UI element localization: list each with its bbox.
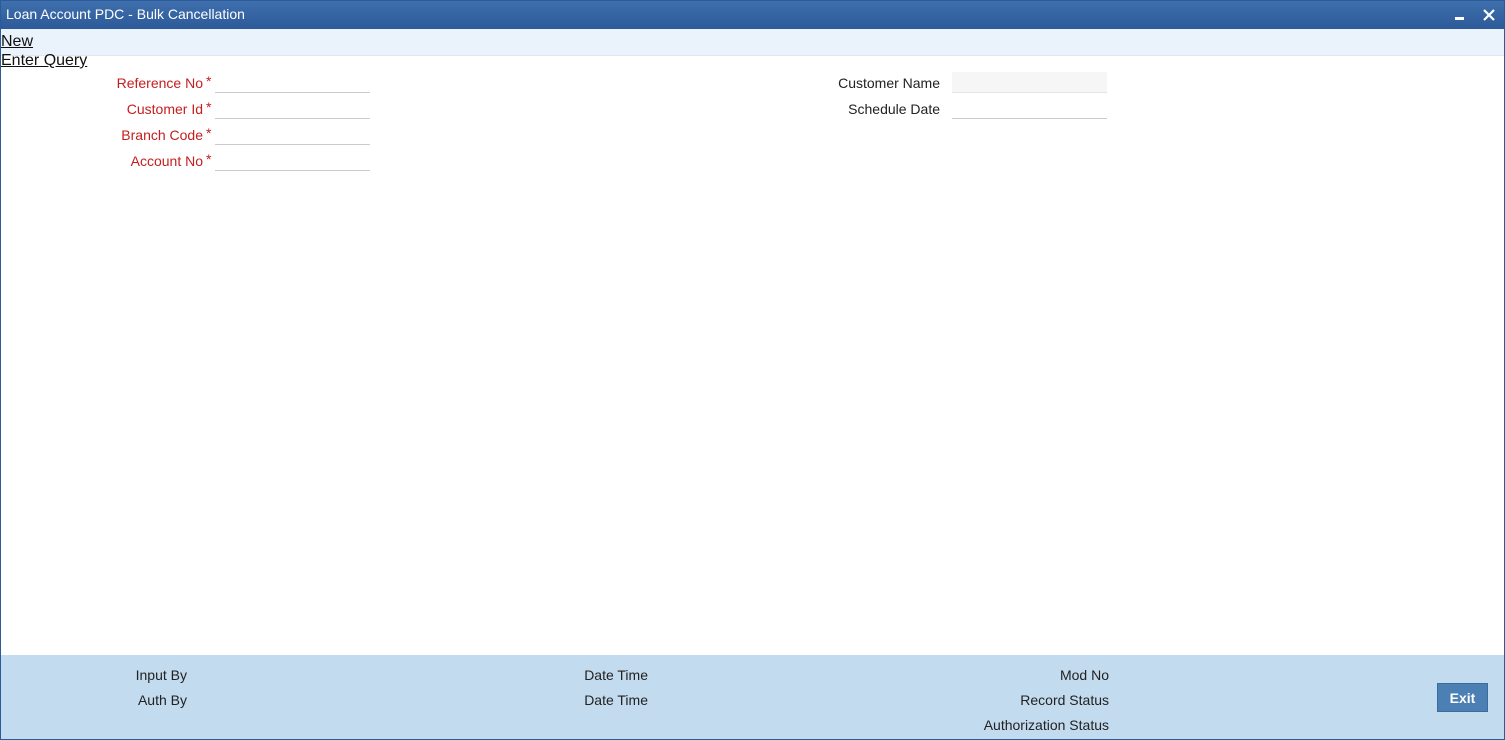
customer-name-label: Customer Name [838,75,940,91]
minimize-icon [1455,17,1464,20]
reference-no-label: Reference No [116,75,203,91]
auth-by-label: Auth By [137,692,187,708]
schedule-date-input[interactable] [952,98,1107,119]
minimize-button[interactable] [1449,5,1469,25]
customer-name-field [952,72,1107,93]
branch-code-input[interactable] [215,124,370,145]
new-link[interactable]: New [1,33,33,51]
auth-date-time-label: Date Time [584,692,648,708]
customer-id-input[interactable] [215,98,370,119]
branch-code-label: Branch Code [121,127,203,143]
account-no-label: Account No [130,153,203,169]
account-no-required-marker: * [206,151,212,167]
record-status-label: Record Status [1020,692,1109,708]
action-band [1,29,1504,56]
close-icon [1483,9,1495,21]
authorization-status-label: Authorization Status [983,717,1109,733]
close-button[interactable] [1479,5,1499,25]
reference-no-required-marker: * [206,73,212,89]
schedule-date-label: Schedule Date [848,101,940,117]
input-date-time-label: Date Time [584,667,648,683]
enter-query-link[interactable]: Enter Query [1,52,87,70]
title-bar: Loan Account PDC - Bulk Cancellation [1,1,1504,29]
customer-id-required-marker: * [206,99,212,115]
mod-no-label: Mod No [1059,667,1109,683]
reference-no-input[interactable] [215,72,370,93]
account-no-input[interactable] [215,150,370,171]
bulk-cancellation-window: Loan Account PDC - Bulk Cancellation New… [0,0,1505,740]
input-by-label: Input By [135,667,187,683]
customer-id-label: Customer Id [126,101,203,117]
branch-code-required-marker: * [206,125,212,141]
audit-footer: Input By Auth By Date Time Date Time Mod… [1,655,1504,739]
window-title: Loan Account PDC - Bulk Cancellation [6,6,245,22]
exit-button[interactable]: Exit [1437,683,1488,712]
